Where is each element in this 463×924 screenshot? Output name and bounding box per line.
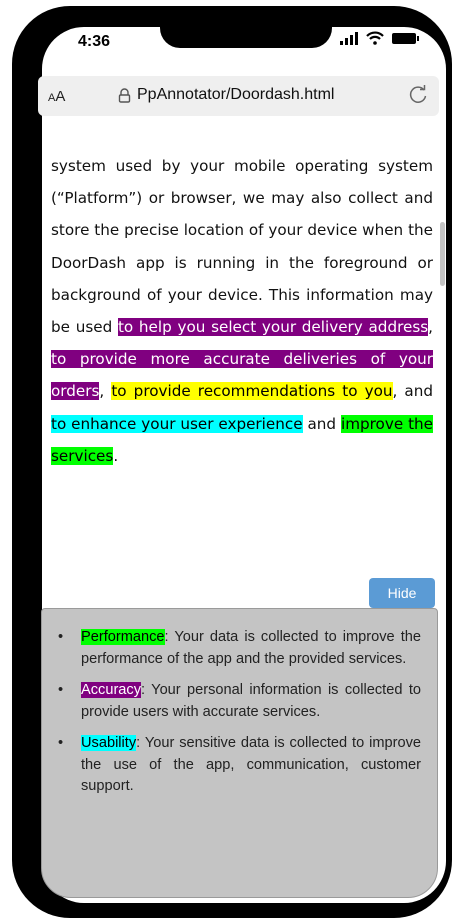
- wifi-icon: [366, 31, 384, 45]
- reload-icon[interactable]: [407, 84, 429, 106]
- legend-item-performance: • Performance: Your data is collected to …: [58, 629, 421, 667]
- legend-item-accuracy: • Accuracy: Your personal information is …: [58, 682, 421, 720]
- policy-text: , and: [392, 382, 433, 401]
- policy-text: ,: [428, 318, 433, 337]
- legend-item-usability: • Usability: Your sensitive data is colle…: [58, 735, 421, 794]
- policy-text: .: [113, 446, 119, 465]
- legend-tag-accuracy: Accuracy: [81, 682, 142, 698]
- policy-text: and: [302, 414, 341, 433]
- signal-icon: [340, 31, 358, 45]
- legend-tag-usability: Usability: [81, 735, 137, 751]
- status-icons: [340, 31, 419, 45]
- url-text: PpAnnotator/Doordash.html: [137, 86, 335, 103]
- address-bar[interactable]: AA PpAnnotator/Doordash.html: [38, 76, 439, 116]
- lock-icon: [118, 87, 131, 103]
- policy-text: ,: [99, 382, 112, 401]
- hide-button[interactable]: Hide: [369, 578, 435, 608]
- legend-tag-performance: Performance: [81, 629, 165, 645]
- privacy-policy-text: system used by your mobile operating sys…: [51, 150, 433, 472]
- scrollbar[interactable]: [440, 222, 445, 286]
- legend-panel: • Performance: Your data is collected to …: [41, 608, 438, 898]
- status-time: 4:36: [78, 33, 111, 50]
- policy-text: system used by your mobile operating sys…: [51, 157, 433, 337]
- highlight-recommendation: to provide recommendations to you: [111, 382, 393, 401]
- highlight-accuracy: to help you select your delivery address: [117, 318, 429, 337]
- phone-notch: [160, 20, 332, 48]
- highlight-usability: to enhance your user experience: [51, 414, 303, 433]
- url-display[interactable]: PpAnnotator/Doordash.html: [118, 86, 334, 104]
- text-size-button[interactable]: AA: [48, 88, 65, 105]
- battery-icon: [392, 32, 419, 44]
